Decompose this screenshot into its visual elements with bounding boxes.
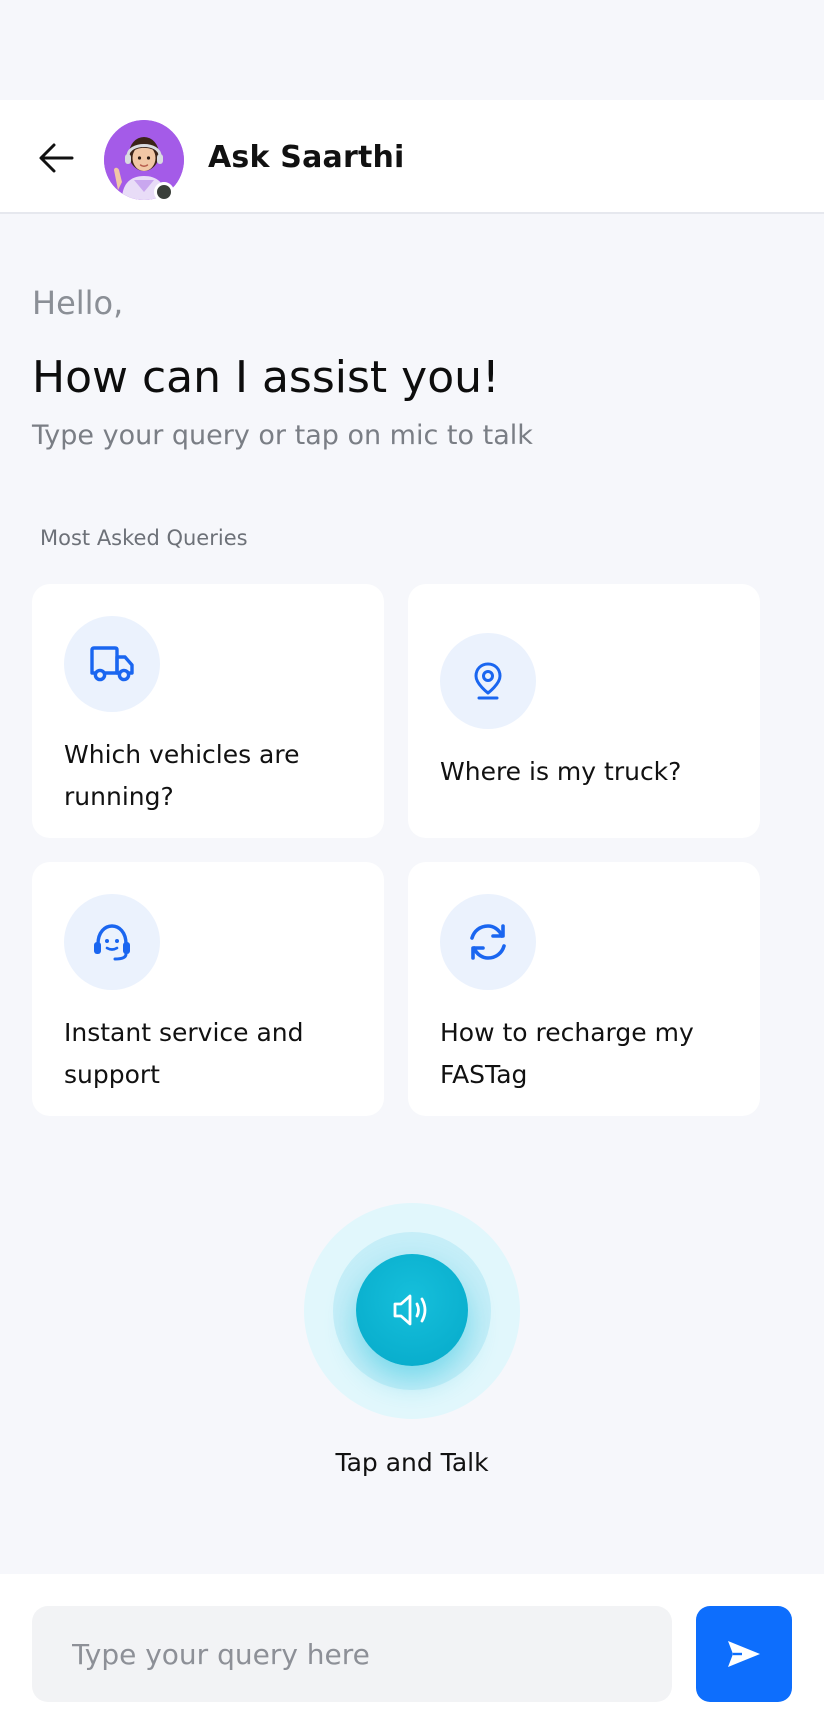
truck-icon [90,646,134,682]
speaker-icon [393,1294,427,1326]
tap-and-talk-label: Tap and Talk [335,1448,489,1477]
status-bar-area [0,0,824,100]
status-indicator [154,182,174,202]
send-icon [728,1641,760,1667]
send-button[interactable] [696,1606,792,1702]
tap-to-talk-button[interactable] [356,1254,468,1366]
query-card-label: How to recharge my FASTag [440,1018,694,1089]
query-icon-badge [64,894,160,990]
arrow-left-icon [39,143,74,173]
voice-button-area [304,1203,520,1419]
query-card-label: Where is my truck? [440,757,682,786]
page-title: Ask Saarthi [208,140,405,175]
query-icon-badge [440,894,536,990]
composer-bar [0,1574,824,1734]
query-card-fastag-recharge[interactable]: How to recharge my FASTag [408,862,760,1116]
app-header: Ask Saarthi [0,100,824,214]
most-asked-label: Most Asked Queries [40,526,248,550]
refresh-icon [470,924,506,960]
query-card-vehicles-running[interactable]: Which vehicles are running? [32,584,384,838]
query-icon-badge [64,616,160,712]
query-icon-badge [440,633,536,729]
query-card-label: Which vehicles are running? [64,740,300,811]
greeting-subtitle: Type your query or tap on mic to talk [32,420,533,451]
query-card-service-support[interactable]: Instant service and support [32,862,384,1116]
query-input[interactable] [32,1606,672,1702]
query-card-label: Instant service and support [64,1018,304,1089]
back-button[interactable] [32,134,80,182]
location-pin-icon [474,662,502,700]
greeting-hello: Hello, [32,284,124,322]
greeting-headline: How can I assist you! [32,352,500,403]
headset-icon [94,924,130,961]
query-card-where-truck[interactable]: Where is my truck? [408,584,760,838]
